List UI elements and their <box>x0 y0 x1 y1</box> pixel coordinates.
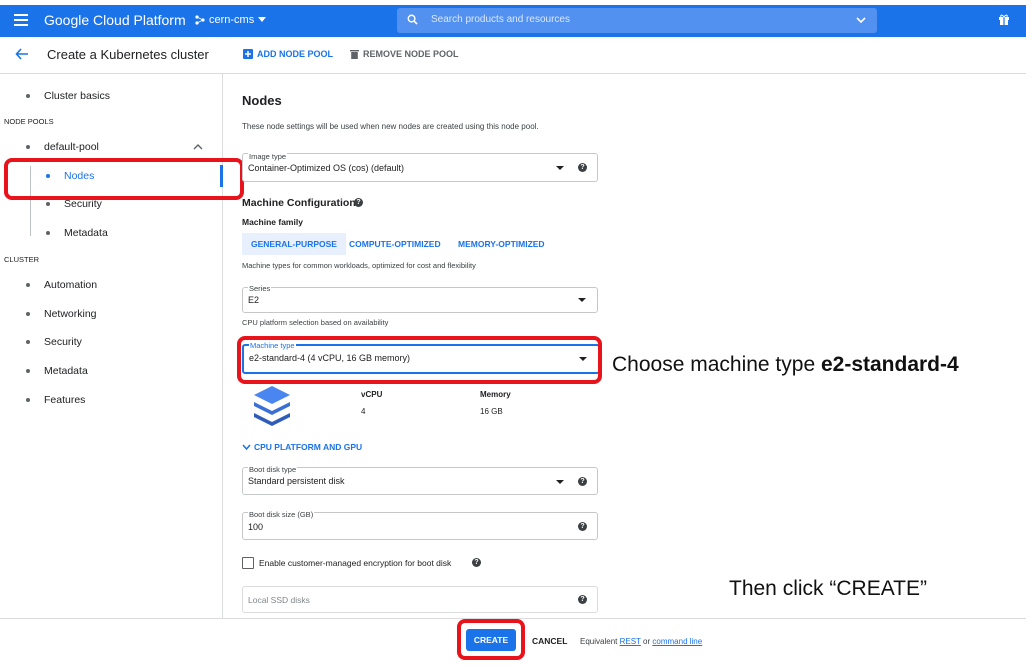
annotation-prefix: Choose machine type <box>612 353 821 376</box>
help-icon[interactable]: ? <box>354 198 363 207</box>
help-icon[interactable]: ? <box>578 477 587 486</box>
project-nodes-icon <box>195 15 205 25</box>
trash-icon <box>350 50 359 59</box>
nav-bullet <box>26 312 30 316</box>
boot-disk-size-value: 100 <box>248 522 264 532</box>
machine-config-title: Machine Configuration <box>242 197 356 209</box>
image-type-value: Container-Optimized OS (cos) (default) <box>248 163 405 173</box>
remove-node-pool-label: REMOVE NODE POOL <box>363 49 459 59</box>
sidebar-item-networking[interactable]: Networking <box>44 308 97 320</box>
sidebar-heading-node-pools: NODE POOLS <box>4 117 54 126</box>
nodes-highlight-box <box>4 158 244 200</box>
vcpu-label: vCPU <box>361 390 383 399</box>
sidebar-item-features[interactable]: Features <box>44 394 85 406</box>
family-description: Machine types for common workloads, opti… <box>242 261 476 270</box>
annotation-bold: e2-standard-4 <box>820 353 959 376</box>
boot-disk-type-select[interactable]: Boot disk type Standard persistent disk … <box>242 465 598 495</box>
help-icon[interactable]: ? <box>578 595 587 604</box>
hamburger-menu-icon[interactable] <box>14 14 28 26</box>
series-value: E2 <box>248 295 260 305</box>
boot-disk-size-input[interactable]: Boot disk size (GB) 100 ? <box>242 510 598 540</box>
chevron-down-icon <box>242 444 251 450</box>
search-icon <box>407 14 418 25</box>
top-app-bar: Google Cloud Platform cern-cms Search pr… <box>0 5 1026 37</box>
local-ssd-placeholder: Local SSD disks <box>248 595 310 605</box>
cpu-platform-toggle[interactable]: CPU PLATFORM AND GPU <box>242 442 362 452</box>
sidebar-item-metadata[interactable]: Metadata <box>64 227 108 239</box>
nav-bullet <box>26 369 30 373</box>
machine-family-label: Machine family <box>242 217 303 227</box>
sidebar-item-default-pool[interactable]: default-pool <box>44 141 99 153</box>
section-description: These node settings will be used when ne… <box>242 122 539 131</box>
create-highlight-box <box>457 619 525 660</box>
nav-bullet <box>26 283 30 287</box>
or-text: or <box>643 637 651 646</box>
machine-type-annotation: Choose machine type e2-standard-4 <box>612 353 959 377</box>
memory-label: Memory <box>480 390 511 399</box>
nav-bullet <box>26 398 30 402</box>
series-select[interactable]: Series E2 <box>242 284 598 313</box>
chevron-down-icon <box>258 17 267 22</box>
chevron-down-icon <box>578 298 586 302</box>
action-bar: Create a Kubernetes cluster ADD NODE POO… <box>0 37 1026 74</box>
sidebar <box>0 74 223 619</box>
section-title: Nodes <box>242 93 282 108</box>
series-description: CPU platform selection based on availabi… <box>242 318 389 327</box>
project-name: cern-cms <box>209 14 255 26</box>
nav-bullet <box>26 340 30 344</box>
tab-compute-optimized[interactable]: COMPUTE-OPTIMIZED <box>340 233 450 255</box>
search-bar[interactable]: Search products and resources <box>397 8 877 33</box>
remove-node-pool-button[interactable]: REMOVE NODE POOL <box>350 49 459 59</box>
nav-bullet <box>46 231 50 235</box>
memory-value: 16 GB <box>480 407 503 416</box>
command-line-link[interactable]: command line <box>652 637 702 646</box>
tab-memory-optimized[interactable]: MEMORY-OPTIMIZED <box>449 233 554 255</box>
machine-layers-icon <box>254 386 290 426</box>
project-selector[interactable]: cern-cms <box>195 14 267 26</box>
equivalent-links: Equivalent REST or command line <box>580 637 702 646</box>
brand-title[interactable]: Google Cloud Platform <box>44 12 186 28</box>
equivalent-prefix: Equivalent <box>580 637 618 646</box>
chevron-down-icon <box>556 166 564 170</box>
nav-bullet <box>46 202 50 206</box>
machine-type-highlight-box <box>237 336 602 384</box>
local-ssd-input[interactable]: Local SSD disks ? <box>242 586 598 613</box>
add-box-icon <box>243 49 253 59</box>
vcpu-value: 4 <box>361 407 366 416</box>
help-icon[interactable]: ? <box>578 522 587 531</box>
boot-disk-size-label: Boot disk size (GB) <box>248 510 315 519</box>
sidebar-heading-cluster: CLUSTER <box>4 255 40 264</box>
back-arrow-icon[interactable] <box>15 47 29 61</box>
rest-link[interactable]: REST <box>620 637 641 646</box>
nav-bullet <box>26 94 30 98</box>
boot-disk-type-label: Boot disk type <box>248 465 298 474</box>
add-node-pool-button[interactable]: ADD NODE POOL <box>243 49 333 59</box>
image-type-select[interactable]: Image type Container-Optimized OS (cos) … <box>242 152 598 182</box>
create-annotation: Then click “CREATE” <box>729 577 927 600</box>
chevron-up-icon[interactable] <box>193 143 203 150</box>
boot-disk-type-value: Standard persistent disk <box>248 476 345 486</box>
nav-bullet <box>26 145 30 149</box>
gift-icon[interactable] <box>998 13 1010 25</box>
chevron-down-icon <box>556 480 564 484</box>
tab-general-purpose[interactable]: GENERAL-PURPOSE <box>242 233 346 255</box>
image-type-label: Image type <box>248 152 288 161</box>
sidebar-item-cluster-metadata[interactable]: Metadata <box>44 365 88 377</box>
cancel-button[interactable]: CANCEL <box>532 636 567 646</box>
help-icon[interactable]: ? <box>472 558 481 567</box>
sidebar-item-cluster-security[interactable]: Security <box>44 336 82 348</box>
add-node-pool-label: ADD NODE POOL <box>257 49 334 59</box>
encryption-label: Enable customer-managed encryption for b… <box>259 558 452 568</box>
cpu-platform-label: CPU PLATFORM AND GPU <box>254 442 363 452</box>
help-icon[interactable]: ? <box>578 163 587 172</box>
series-label: Series <box>248 284 272 293</box>
sidebar-item-automation[interactable]: Automation <box>44 279 97 291</box>
page-title: Create a Kubernetes cluster <box>47 47 209 62</box>
sidebar-item-cluster-basics[interactable]: Cluster basics <box>44 90 110 102</box>
search-placeholder[interactable]: Search products and resources <box>431 14 570 25</box>
encryption-checkbox[interactable] <box>242 557 254 569</box>
chevron-down-icon[interactable] <box>855 14 867 26</box>
